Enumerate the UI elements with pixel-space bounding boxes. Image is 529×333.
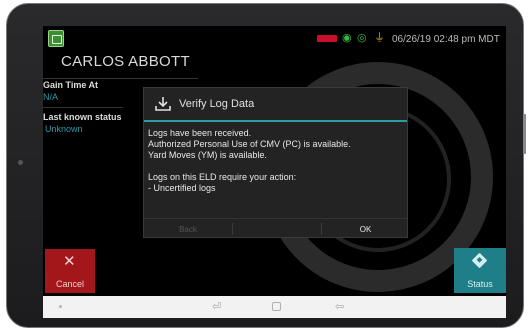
- dialog-button-row: Back OK: [144, 218, 407, 238]
- dialog-line: Logs have been received.: [148, 128, 252, 138]
- status-datetime: 06/26/19 02:48 pm MDT: [392, 34, 500, 45]
- status-bar: ◉ ◎ ⏚ 06/26/19 02:48 pm MDT: [43, 26, 506, 52]
- camera-icon: [18, 160, 23, 165]
- dialog-line: Authorized Personal Use of CMV (PC) is a…: [148, 139, 351, 149]
- app-logo-icon[interactable]: [48, 30, 64, 47]
- cancel-label: Cancel: [55, 279, 84, 289]
- side-button: [523, 114, 526, 154]
- dialog-line: - Uncertified logs: [148, 183, 216, 193]
- nav-dot-icon: [59, 305, 62, 308]
- navigation-bar: ⏎ ⇦: [43, 296, 506, 318]
- dialog-line: Yard Moves (YM) is available.: [148, 150, 267, 160]
- dialog-title: Verify Log Data: [179, 98, 255, 110]
- gain-time-label: Gain Time At: [43, 80, 99, 90]
- status-label: Status: [467, 279, 493, 289]
- back-button[interactable]: Back: [144, 219, 232, 239]
- recent-apps-icon[interactable]: ⏎: [212, 300, 221, 314]
- dialog-line: Logs on this ELD require your action:: [148, 172, 297, 182]
- dialog-title-separator: [144, 120, 407, 122]
- gps-icon: ◉: [342, 32, 352, 44]
- divider: [43, 107, 123, 108]
- status-button[interactable]: Status: [454, 248, 506, 293]
- gain-time-value: N/A: [43, 92, 59, 102]
- screen: ◉ ◎ ⏚ 06/26/19 02:48 pm MDT CARLOS ABBOT…: [43, 26, 506, 318]
- divider: [43, 78, 198, 79]
- cancel-button[interactable]: ✕ Cancel: [45, 249, 95, 293]
- download-icon: [155, 97, 171, 111]
- verify-log-dialog: Verify Log Data Logs have been received.…: [143, 87, 408, 238]
- last-status-label: Last known status: [43, 112, 122, 122]
- tablet-frame: ◉ ◎ ⏚ 06/26/19 02:48 pm MDT CARLOS ABBOT…: [6, 3, 526, 328]
- dialog-title-row: Verify Log Data: [144, 88, 407, 120]
- empty-button-slot: [233, 219, 321, 239]
- ok-button[interactable]: OK: [322, 219, 409, 239]
- driver-name: CARLOS ABBOTT: [61, 53, 190, 70]
- home-icon[interactable]: [272, 302, 281, 311]
- network-icon: ◎: [357, 32, 367, 44]
- power-plug-icon: ⏚: [374, 32, 385, 44]
- last-status-value: Unknown: [45, 124, 83, 134]
- direction-icon: [471, 252, 488, 269]
- battery-low-icon: [317, 35, 337, 42]
- close-icon: ✕: [63, 253, 76, 270]
- back-icon[interactable]: ⇦: [335, 300, 344, 314]
